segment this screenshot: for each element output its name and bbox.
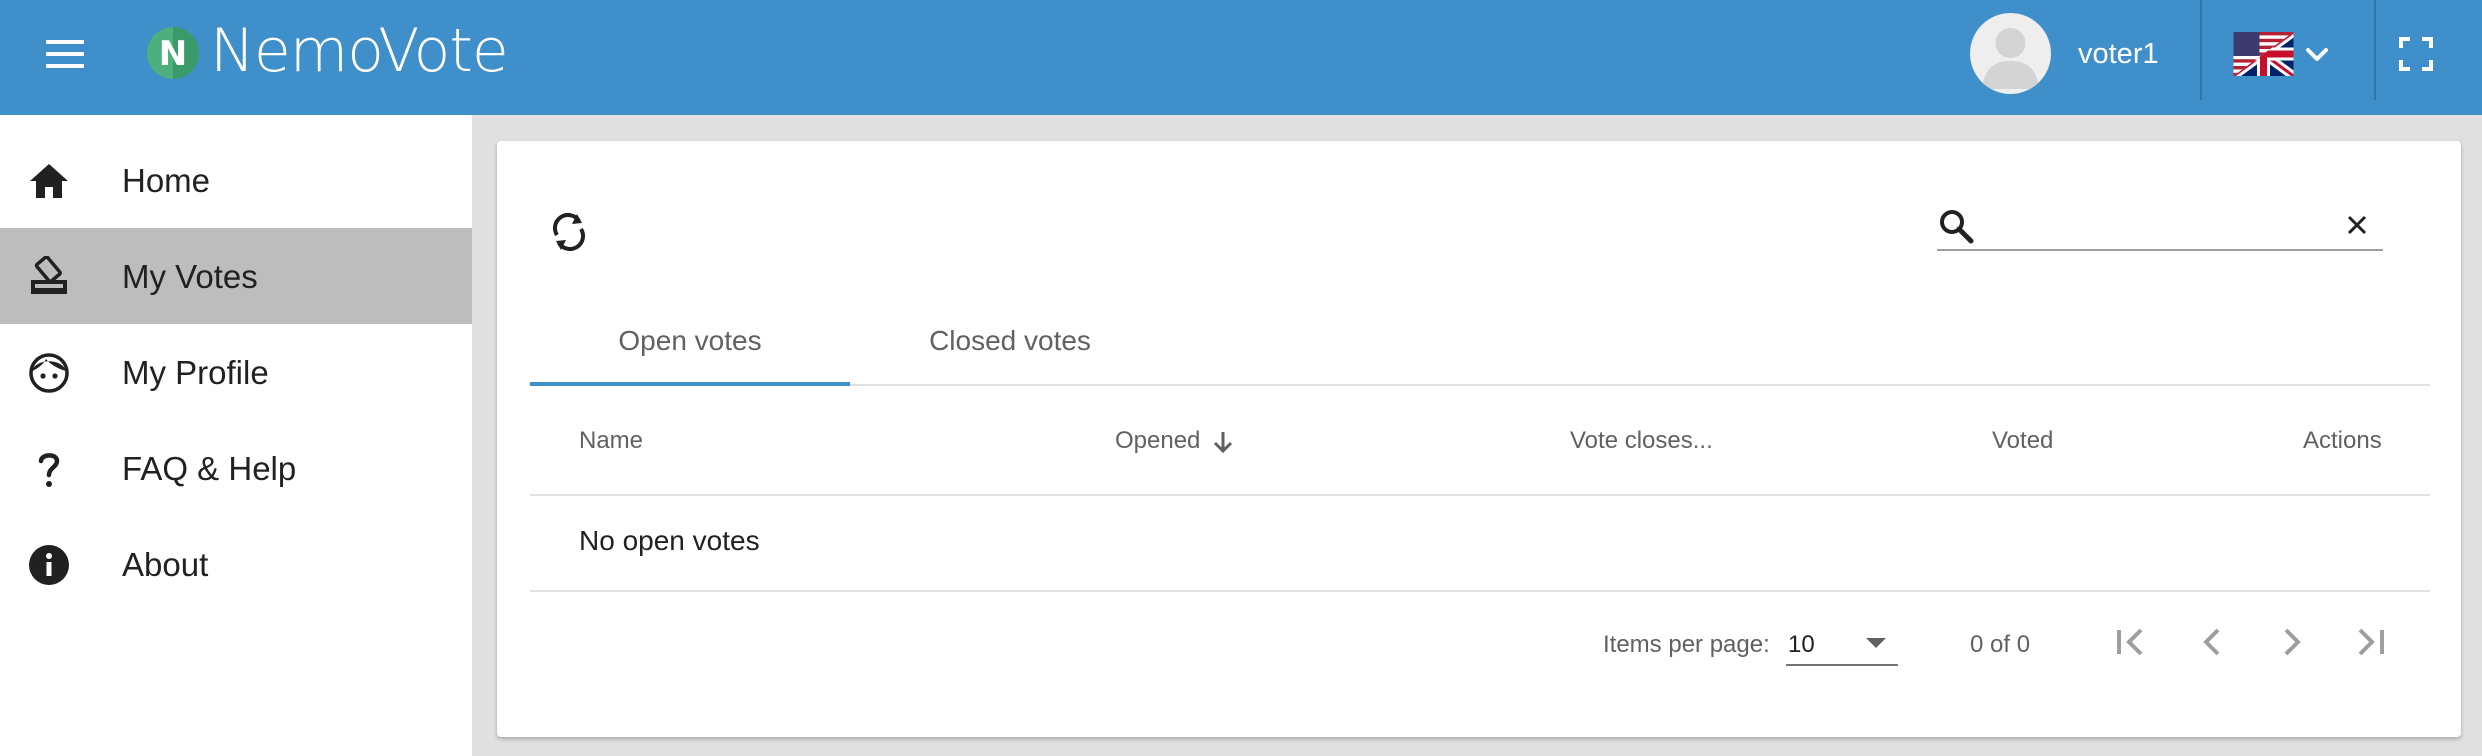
votes-card: Open votes Closed votes Name Opened Vote… [497,141,2461,737]
items-per-page-value: 10 [1788,631,1815,658]
uk-flag-icon[interactable] [2233,32,2294,76]
sidebar-item-label: My Profile [122,354,269,391]
home-icon [30,164,68,198]
sidebar-item-label: Home [122,162,211,199]
table-header: Name Opened Vote closes... Voted Actions [530,384,2430,496]
column-header-name[interactable]: Name [579,426,643,456]
empty-message: No open votes [579,525,760,556]
tab-closed-votes[interactable]: Closed votes [850,306,1170,384]
last-page-icon[interactable] [2348,620,2392,664]
info-icon [29,545,69,585]
column-header-voted[interactable]: Voted [1992,426,2053,456]
sidebar-item-faq-help[interactable]: FAQ & Help [0,420,472,516]
toolbar-divider [2374,0,2376,100]
sidebar-item-about[interactable]: About [0,516,472,612]
tab-open-votes[interactable]: Open votes [530,306,850,386]
ballot-box-icon [31,256,67,294]
logo-icon: N [147,27,199,79]
refresh-icon[interactable] [547,209,591,255]
previous-page-icon[interactable] [2190,620,2234,664]
fullscreen-icon[interactable] [2398,36,2434,72]
avatar[interactable] [1970,13,2051,94]
search-box [1937,197,2383,251]
next-page-icon[interactable] [2270,620,2314,664]
face-icon [29,353,69,393]
column-header-vote-closes[interactable]: Vote closes... [1570,426,1713,456]
range-label: 0 of 0 [1970,631,2031,658]
caret-down-icon [1866,638,1886,648]
sidebar-item-label: FAQ & Help [122,450,297,487]
table-row: No open votes [530,496,2430,592]
sidebar-item-home[interactable]: Home [0,132,472,228]
svg-text:N: N [159,34,187,74]
search-input[interactable] [1987,203,2321,245]
person-silhouette-icon [1982,28,2039,89]
menu-icon[interactable] [46,36,86,76]
sidebar: Home My Votes My Profile FAQ & Help Abou… [0,115,472,756]
first-page-icon[interactable] [2109,620,2153,664]
search-icon [1940,210,1974,244]
sidebar-item-label: About [122,546,209,583]
column-header-opened[interactable]: Opened [1115,426,1233,456]
app-name: NemoVote [210,16,509,86]
question-mark-icon [38,453,60,487]
column-header-label: Opened [1115,427,1201,454]
sidebar-item-my-profile[interactable]: My Profile [0,324,472,420]
toolbar-divider [2200,0,2202,100]
username-label[interactable]: voter1 [2078,36,2159,72]
paginator: Items per page: 10 0 of 0 [530,592,2430,692]
app-toolbar: N NemoVote voter1 [0,0,2482,115]
chevron-down-icon[interactable] [2302,40,2332,70]
items-per-page-select[interactable]: 10 [1786,622,1898,666]
vote-tabs: Open votes Closed votes [530,306,2430,386]
sidebar-item-label: My Votes [122,258,258,295]
close-icon[interactable] [2345,213,2369,237]
arrow-down-icon [1213,432,1233,454]
items-per-page-label: Items per page: [1603,631,1770,658]
sidebar-item-my-votes[interactable]: My Votes [0,228,472,324]
column-header-actions: Actions [2303,427,2382,454]
